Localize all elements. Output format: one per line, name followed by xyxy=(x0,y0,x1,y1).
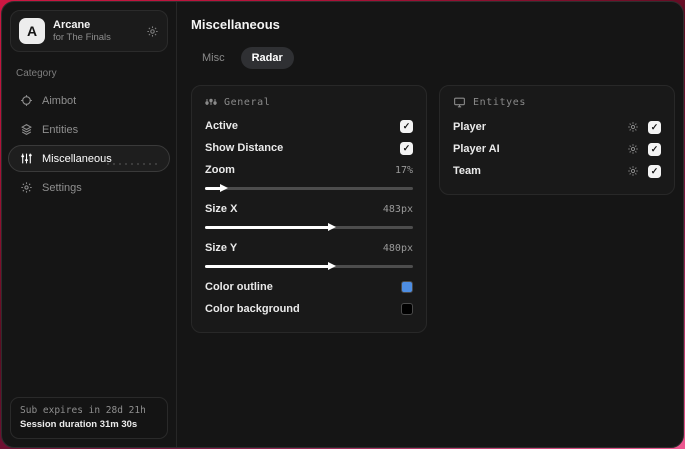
main-content: Miscellaneous Misc Radar General Active … xyxy=(177,2,683,447)
zoom-slider[interactable] xyxy=(205,182,413,194)
setting-row-color-outline: Color outline xyxy=(205,276,413,298)
setting-row-size-x: Size X 483px xyxy=(205,203,413,215)
entity-row-player-ai: Player AI ✓ xyxy=(453,138,661,160)
player-checkbox[interactable]: ✓ xyxy=(648,120,661,134)
brand-subtitle: for The Finals xyxy=(53,31,111,43)
slider-thumb[interactable] xyxy=(219,183,228,192)
panel-title: General xyxy=(224,96,271,108)
brand-card: A Arcane for The Finals xyxy=(10,10,168,52)
sidebar-item-aimbot[interactable]: Aimbot xyxy=(8,87,170,114)
crosshair-icon xyxy=(20,94,33,107)
setting-row-zoom: Zoom 17% xyxy=(205,164,413,176)
player-ai-checkbox[interactable]: ✓ xyxy=(648,142,661,156)
entity-row-team: Team ✓ xyxy=(453,160,661,182)
sidebar-item-label: Miscellaneous xyxy=(42,152,112,165)
session-duration-text: Session duration 31m 30s xyxy=(20,419,138,430)
tab-misc[interactable]: Misc xyxy=(191,47,236,69)
app-window: A Arcane for The Finals Category Aimbot … xyxy=(1,1,684,448)
category-label: Category xyxy=(16,68,57,79)
sidebar-item-label: Aimbot xyxy=(42,94,77,107)
sidebar-item-miscellaneous[interactable]: Miscellaneous xyxy=(8,145,170,172)
setting-row-size-y: Size Y 480px xyxy=(205,242,413,254)
active-checkbox[interactable]: ✓ xyxy=(400,119,413,133)
gear-icon[interactable] xyxy=(627,165,639,177)
adjustments-icon xyxy=(205,96,217,108)
entity-row-player: Player ✓ xyxy=(453,116,661,138)
sidebar-nav: Aimbot Entities Miscellaneous Settings xyxy=(2,83,176,205)
sliders-icon xyxy=(20,152,33,165)
gear-icon[interactable] xyxy=(146,25,159,38)
size-y-slider[interactable] xyxy=(205,260,413,272)
monitor-icon xyxy=(453,96,466,109)
entities-icon xyxy=(20,123,33,136)
setting-row-color-background: Color background xyxy=(205,298,413,320)
size-x-slider[interactable] xyxy=(205,221,413,233)
panel-title: Entityes xyxy=(473,97,526,108)
size-x-value: 483px xyxy=(382,203,413,215)
page-title: Miscellaneous xyxy=(191,17,280,32)
entities-panel: Entityes Player ✓ Player AI ✓ Team ✓ xyxy=(439,85,675,195)
sidebar-item-label: Entities xyxy=(42,123,79,136)
sidebar-item-entities[interactable]: Entities xyxy=(8,116,170,143)
team-checkbox[interactable]: ✓ xyxy=(648,164,661,178)
brand-logo: A xyxy=(19,18,45,44)
general-panel: General Active ✓ Show Distance ✓ Zoom 17… xyxy=(191,85,427,333)
gear-icon xyxy=(20,181,33,194)
subscription-card: Sub expires in 28d 21h Session duration … xyxy=(10,397,168,439)
color-background-swatch[interactable] xyxy=(401,303,413,315)
color-outline-swatch[interactable] xyxy=(401,281,413,293)
sidebar-item-settings[interactable]: Settings xyxy=(8,174,170,201)
gear-icon[interactable] xyxy=(627,121,639,133)
sub-expiry-text: Sub expires in 28d 21h xyxy=(20,405,146,416)
sidebar-item-label: Settings xyxy=(42,181,82,194)
sidebar: A Arcane for The Finals Category Aimbot … xyxy=(2,2,177,447)
slider-thumb[interactable] xyxy=(327,222,336,231)
brand-title: Arcane xyxy=(53,18,91,31)
zoom-value: 17% xyxy=(394,164,413,176)
size-y-value: 480px xyxy=(382,242,413,254)
setting-row-show-distance: Show Distance ✓ xyxy=(205,137,413,159)
tab-radar[interactable]: Radar xyxy=(240,47,294,69)
dots-decoration xyxy=(105,162,157,166)
setting-row-active: Active ✓ xyxy=(205,115,413,137)
show-distance-checkbox[interactable]: ✓ xyxy=(400,141,413,155)
slider-thumb[interactable] xyxy=(327,261,336,270)
gear-icon[interactable] xyxy=(627,143,639,155)
tab-bar: Misc Radar xyxy=(191,47,675,69)
